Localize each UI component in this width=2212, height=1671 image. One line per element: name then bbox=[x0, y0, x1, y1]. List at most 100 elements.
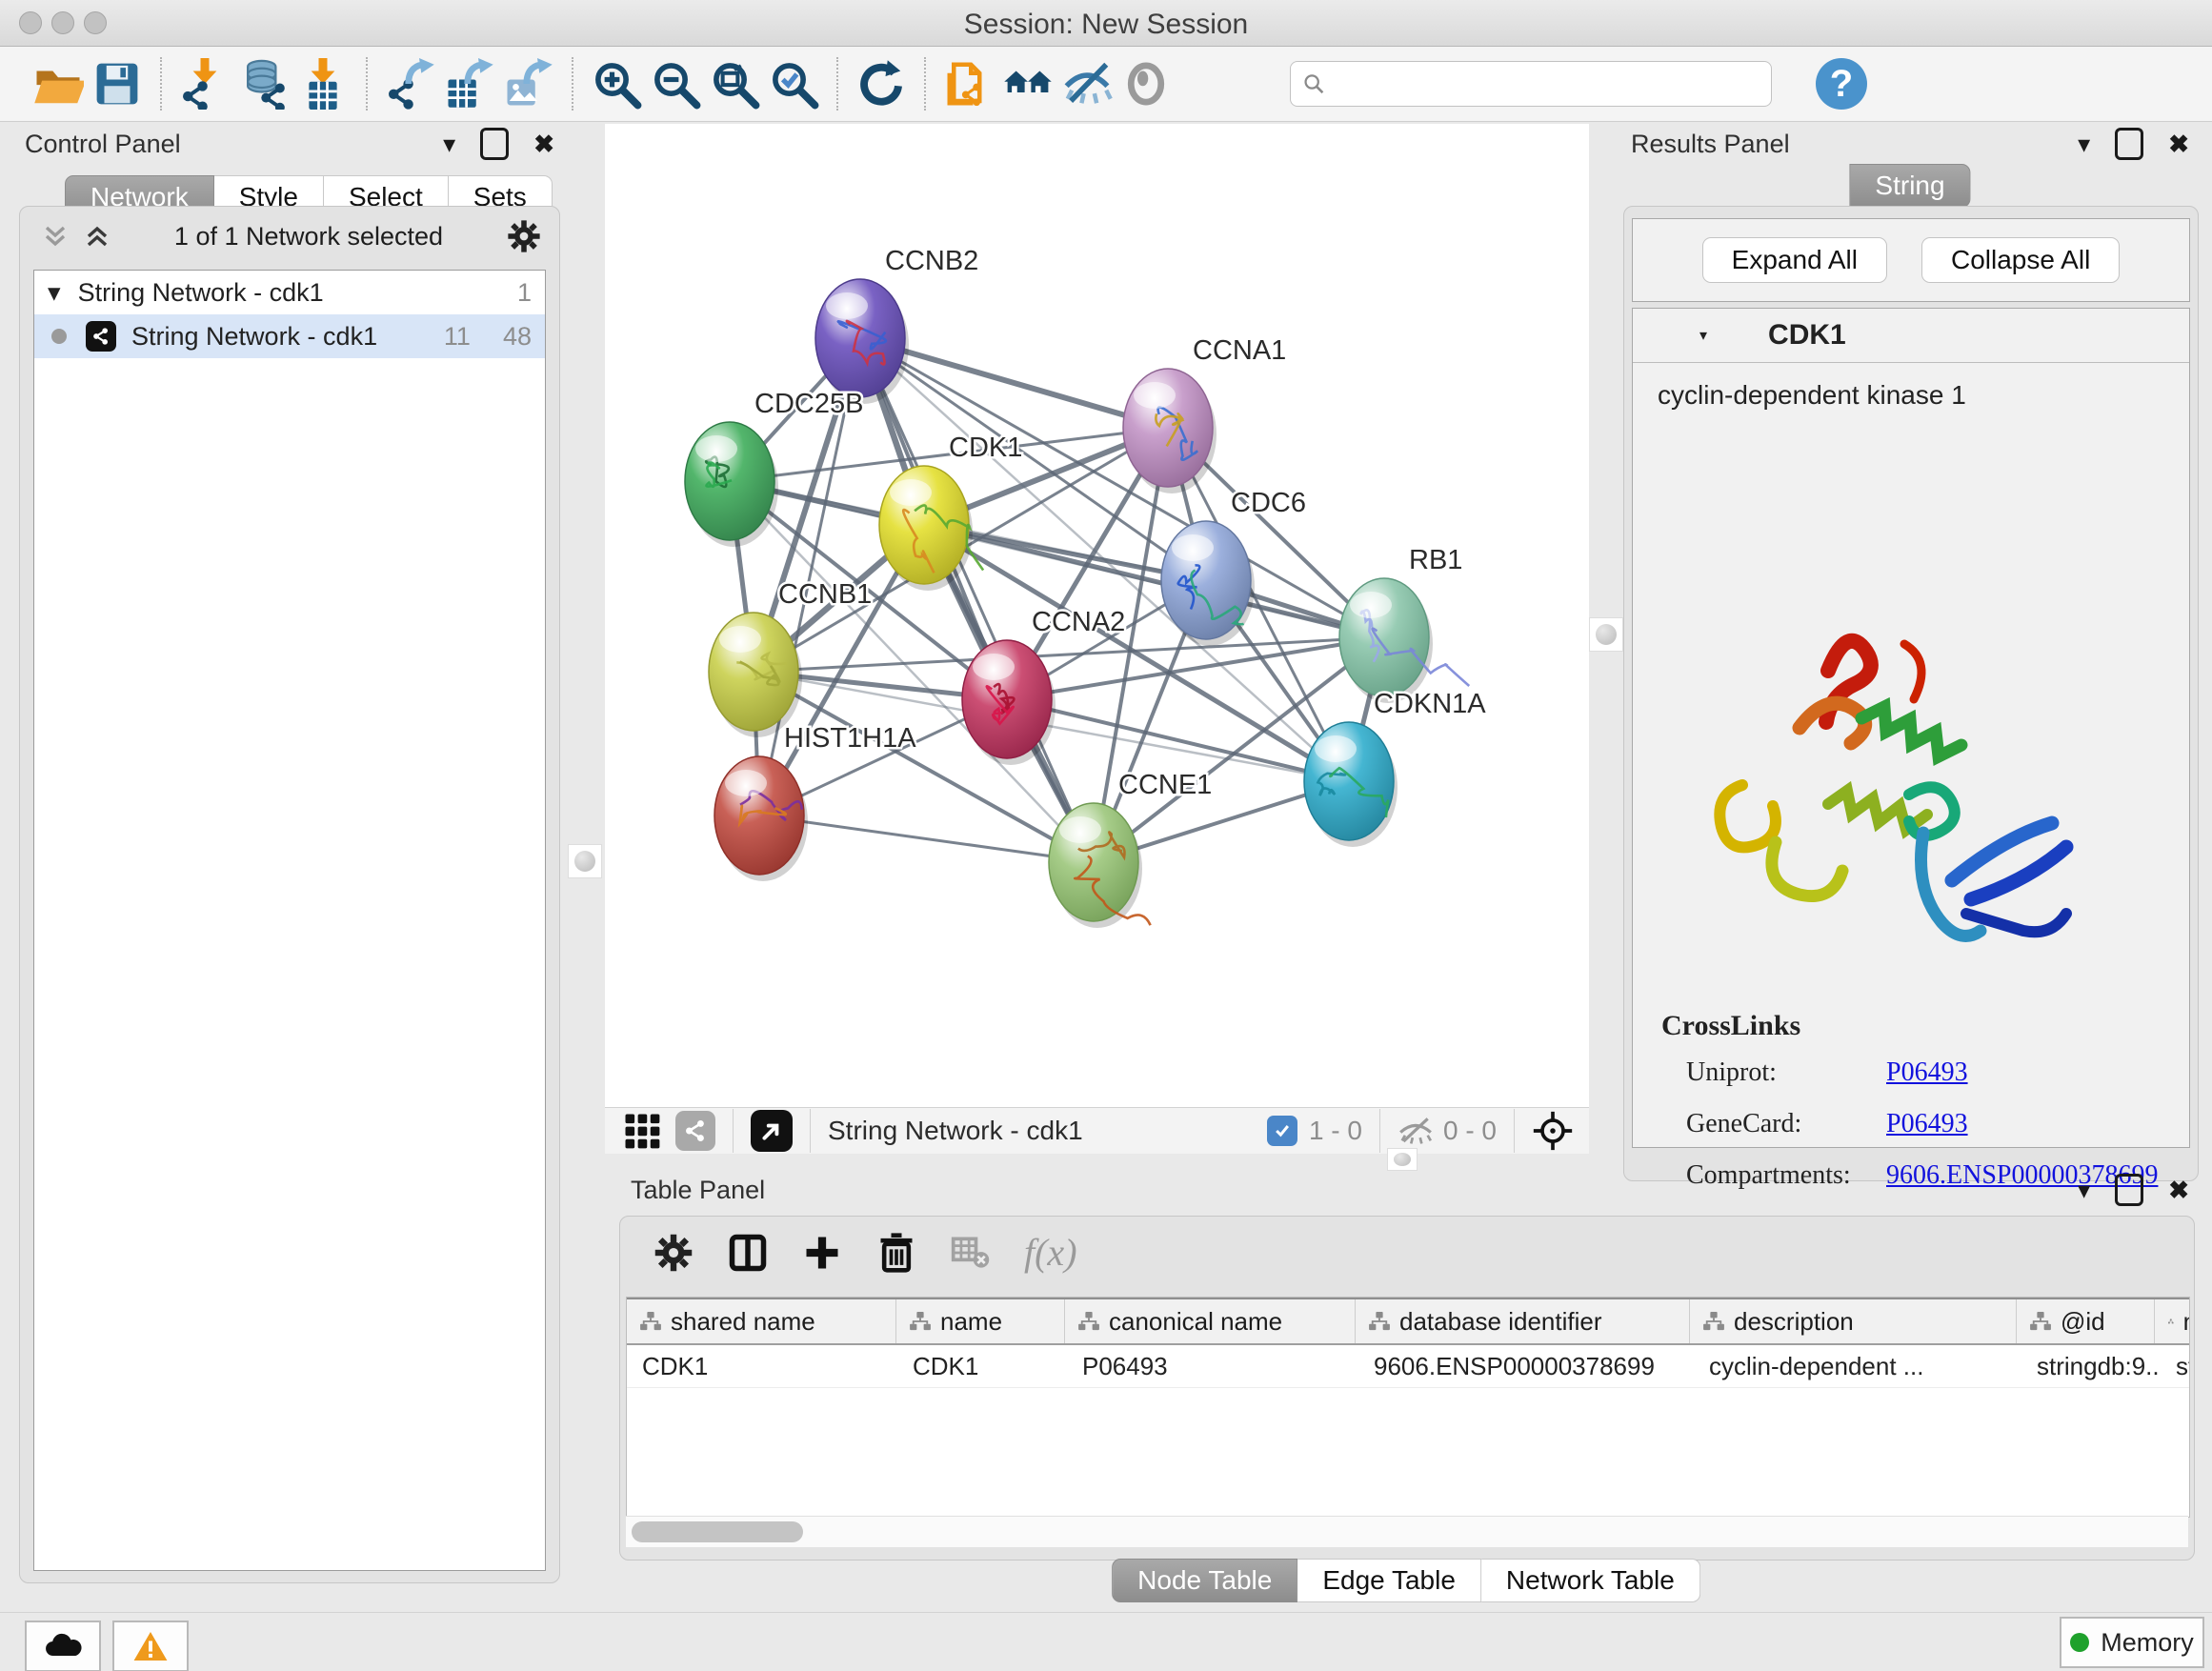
show-eye-icon[interactable] bbox=[1116, 54, 1176, 113]
import-database-icon[interactable] bbox=[234, 54, 293, 113]
network-node-CCNA1[interactable]: CCNA1 bbox=[1123, 335, 1286, 493]
network-edge[interactable] bbox=[860, 338, 1094, 862]
refresh-icon[interactable] bbox=[852, 54, 911, 113]
column-header--id[interactable]: @id bbox=[2017, 1299, 2155, 1343]
zoom-out-icon[interactable] bbox=[646, 54, 705, 113]
network-view-canvas[interactable]: CCNB2 CCNA1 CDC25B CDK1 CDC6 RB1 CCNB1 bbox=[605, 124, 1589, 1107]
table-cell[interactable]: P06493 bbox=[1067, 1345, 1358, 1387]
warning-status-button[interactable] bbox=[112, 1621, 189, 1671]
network-options-gear-icon[interactable] bbox=[506, 218, 542, 254]
float-panel-icon[interactable] bbox=[480, 128, 509, 160]
zoom-in-icon[interactable] bbox=[587, 54, 646, 113]
table-row[interactable]: CDK1CDK1P064939606.ENSP00000378699cyclin… bbox=[627, 1345, 2189, 1388]
collapse-all-networks-icon[interactable] bbox=[83, 222, 111, 251]
network-edge[interactable] bbox=[759, 815, 1094, 862]
column-header-shared-name[interactable]: shared name bbox=[627, 1299, 896, 1343]
crosslink-row: Uniprot:P06493 bbox=[1686, 1057, 2182, 1088]
export-network-icon[interactable] bbox=[381, 54, 440, 113]
column-header-name[interactable]: name bbox=[896, 1299, 1065, 1343]
table-cell[interactable]: cyclin-dependent ... bbox=[1694, 1345, 2021, 1387]
network-node-CDC6[interactable]: CDC6 bbox=[1161, 488, 1306, 646]
node-label: CCNB1 bbox=[778, 579, 872, 610]
network-node-HIST1H1A[interactable]: HIST1H1A bbox=[714, 723, 916, 881]
table-cell[interactable]: 9606.ENSP00000378699 bbox=[1358, 1345, 1694, 1387]
column-header-description[interactable]: description bbox=[1690, 1299, 2017, 1343]
table-options-gear-icon[interactable] bbox=[653, 1232, 694, 1274]
network-node-CDKN1A[interactable]: CDKN1A bbox=[1304, 689, 1486, 847]
column-type-icon bbox=[1078, 1312, 1099, 1331]
fit-selected-crosshair-icon[interactable] bbox=[1532, 1110, 1574, 1152]
crosslink-value-link[interactable]: P06493 bbox=[1886, 1057, 1968, 1088]
tree-expanded-icon[interactable]: ▾ bbox=[48, 278, 61, 308]
document-share-icon[interactable] bbox=[939, 54, 998, 113]
close-panel-icon[interactable]: ✖ bbox=[533, 130, 554, 159]
zoom-selected-icon[interactable] bbox=[764, 54, 823, 113]
float-results-icon[interactable] bbox=[2115, 128, 2143, 160]
table-cell[interactable]: stringdb bbox=[2161, 1345, 2190, 1387]
toolbar-separator bbox=[924, 57, 926, 111]
collapse-all-button[interactable]: Collapse All bbox=[1921, 237, 2120, 283]
selected-checkbox-icon[interactable] bbox=[1267, 1116, 1297, 1146]
control-panel-title: Control Panel bbox=[25, 130, 181, 159]
application-window: Session: New Session ? Control Panel ▾ ✖… bbox=[0, 0, 2212, 1671]
memory-button[interactable]: Memory bbox=[2060, 1617, 2204, 1668]
grid-view-icon[interactable] bbox=[622, 1111, 662, 1151]
tab-network-table[interactable]: Network Table bbox=[1481, 1559, 1700, 1602]
horizontal-scrollbar[interactable] bbox=[626, 1516, 2188, 1547]
column-header-namespace[interactable]: namespace bbox=[2155, 1299, 2190, 1343]
tab-edge-table[interactable]: Edge Table bbox=[1297, 1559, 1481, 1602]
network-edge-count: 48 bbox=[503, 322, 532, 352]
crosslink-value-link[interactable]: P06493 bbox=[1886, 1109, 1968, 1139]
help-button[interactable]: ? bbox=[1816, 58, 1867, 110]
bottom-splitter-handle[interactable] bbox=[1387, 1148, 1418, 1171]
float-table-icon[interactable] bbox=[2115, 1174, 2143, 1206]
tab-node-table[interactable]: Node Table bbox=[1112, 1559, 1297, 1602]
right-splitter-handle[interactable] bbox=[1589, 617, 1623, 652]
network-row[interactable]: String Network - cdk1 11 48 bbox=[34, 314, 545, 358]
hide-eye-icon[interactable] bbox=[1057, 54, 1116, 113]
expand-all-button[interactable]: Expand All bbox=[1702, 237, 1887, 283]
homes-icon[interactable] bbox=[998, 54, 1057, 113]
search-input[interactable] bbox=[1325, 69, 1760, 100]
clear-table-icon bbox=[950, 1232, 992, 1274]
tab-string[interactable]: String bbox=[1849, 164, 1970, 208]
collapse-table-icon[interactable]: ▾ bbox=[2078, 1176, 2090, 1205]
network-view-toolbar: String Network - cdk1 1 - 0 0 - 0 bbox=[605, 1107, 1589, 1154]
table-tabs: Node TableEdge TableNetwork Table bbox=[1112, 1559, 1700, 1602]
zoom-fit-icon[interactable] bbox=[705, 54, 764, 113]
network-edge[interactable] bbox=[924, 525, 1384, 637]
import-network-icon[interactable] bbox=[175, 54, 234, 113]
network-node-CCNE1[interactable]: CCNE1 bbox=[1049, 770, 1212, 928]
table-cell[interactable]: CDK1 bbox=[627, 1345, 897, 1387]
export-image-icon[interactable] bbox=[499, 54, 558, 113]
left-splitter-handle[interactable] bbox=[568, 844, 602, 878]
section-expanded-icon[interactable]: ▾ bbox=[1699, 326, 1707, 345]
network-node-CCNA2[interactable]: CCNA2 bbox=[962, 607, 1125, 765]
cloud-status-button[interactable] bbox=[25, 1621, 101, 1671]
network-node-RB1[interactable]: RB1 bbox=[1339, 545, 1469, 703]
table-cell[interactable]: CDK1 bbox=[897, 1345, 1067, 1387]
export-table-icon[interactable] bbox=[440, 54, 499, 113]
delete-column-trash-icon[interactable] bbox=[875, 1232, 917, 1274]
collapse-panel-icon[interactable]: ▾ bbox=[443, 130, 455, 159]
table-cell[interactable]: stringdb:9... bbox=[2021, 1345, 2161, 1387]
network-node-CCNB2[interactable]: CCNB2 bbox=[815, 246, 978, 404]
search-box[interactable] bbox=[1290, 61, 1772, 107]
share-view-icon[interactable] bbox=[675, 1111, 715, 1151]
column-header-canonical-name[interactable]: canonical name bbox=[1065, 1299, 1356, 1343]
save-icon[interactable] bbox=[88, 54, 147, 113]
collapse-results-icon[interactable]: ▾ bbox=[2078, 130, 2090, 159]
show-columns-icon[interactable] bbox=[727, 1232, 769, 1274]
create-column-plus-icon[interactable] bbox=[801, 1232, 843, 1274]
import-table-icon[interactable] bbox=[293, 54, 352, 113]
open-in-new-window-icon[interactable] bbox=[751, 1110, 793, 1152]
scrollbar-thumb[interactable] bbox=[632, 1521, 803, 1542]
network-collection-row[interactable]: ▾ String Network - cdk1 1 bbox=[34, 271, 545, 314]
table-panel-title: Table Panel bbox=[631, 1176, 765, 1205]
control-panel: Control Panel ▾ ✖ NetworkStyleSelectSets… bbox=[11, 126, 564, 1581]
close-table-icon[interactable]: ✖ bbox=[2168, 1176, 2189, 1205]
close-results-icon[interactable]: ✖ bbox=[2168, 130, 2189, 159]
expand-all-networks-icon[interactable] bbox=[41, 222, 70, 251]
open-folder-icon[interactable] bbox=[29, 54, 88, 113]
column-header-database-identifier[interactable]: database identifier bbox=[1356, 1299, 1690, 1343]
